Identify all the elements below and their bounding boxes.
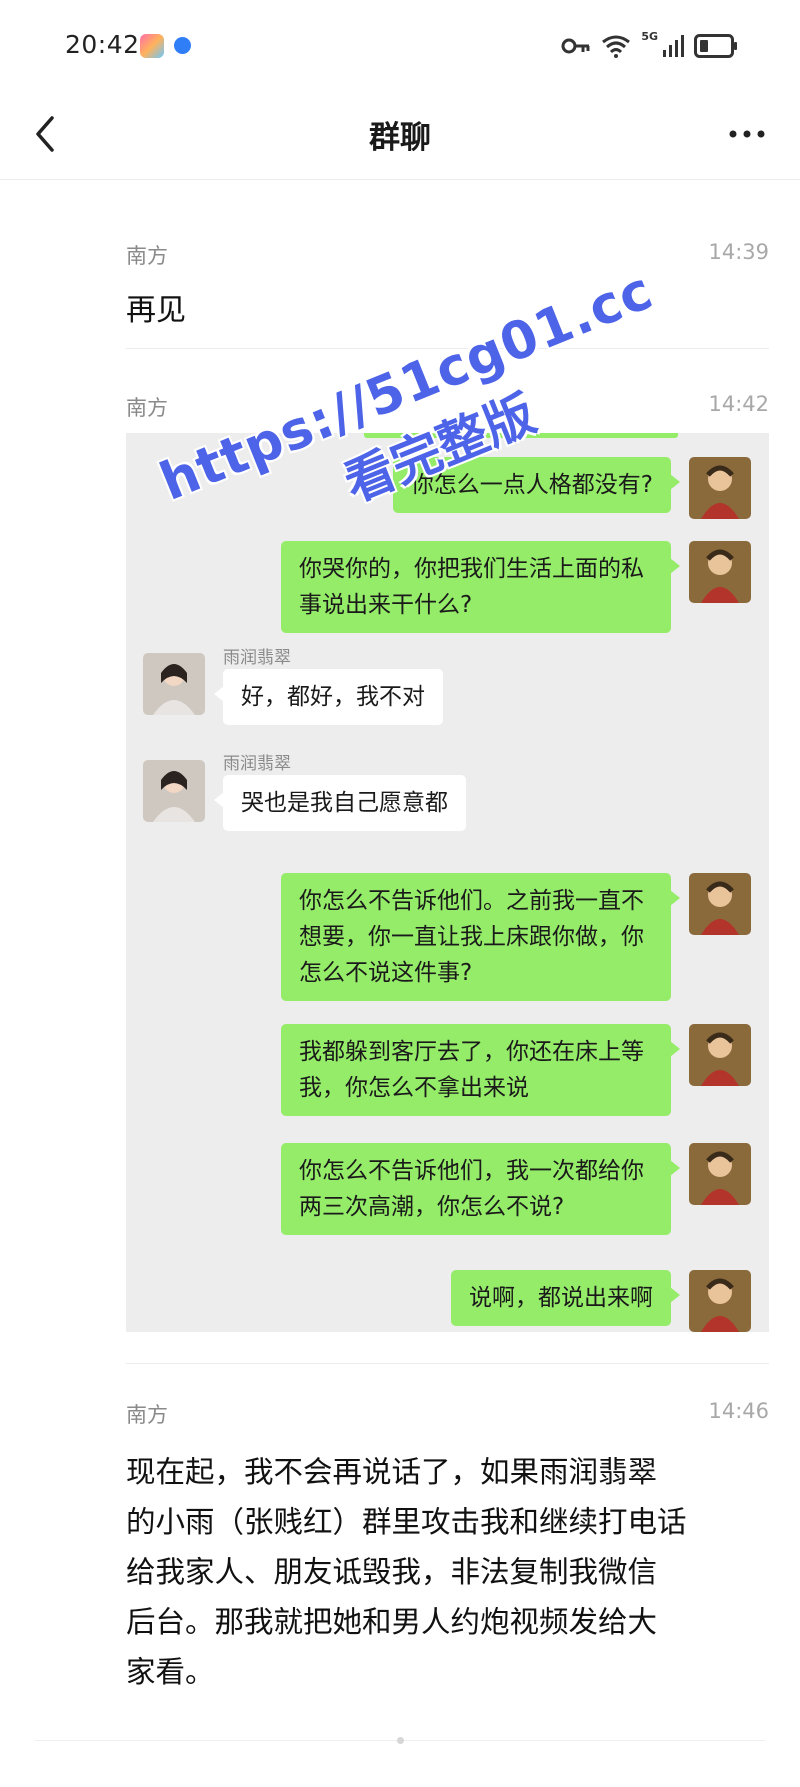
message-time: 14:39 [708, 240, 769, 264]
message-text: 再见 [126, 293, 186, 328]
status-time: 20:42 [65, 30, 140, 59]
app-store-icon [140, 34, 164, 58]
nav-bar: 群聊 [0, 90, 800, 180]
chat-bubble: 好，都好，我不对 [214, 669, 443, 725]
chat-bubble: 你怎么一点人格都没有? [392, 457, 681, 513]
avatar [689, 1024, 751, 1086]
battery-icon [694, 34, 737, 58]
chat-bubble: 哭也是我自己愿意都 [214, 775, 466, 831]
chat-bubble-text: 你怎么一点人格都没有? [410, 472, 653, 498]
message-time: 14:42 [708, 392, 769, 416]
chat-bubble: 你怎么不告诉他们。之前我一直不 想要，你一直让我上床跟你做，你 怎么不说这件事? [281, 873, 680, 1001]
chat-bubble-line: 我都躲到客厅去了，你还在床上等 [299, 1039, 644, 1065]
chat-bubble-line: 事说出来干什么? [299, 592, 473, 618]
wifi-icon [602, 35, 631, 58]
avatar [689, 541, 751, 603]
message-item[interactable]: 南方 14:42 你怎么一点人格都没有? 你哭你的，你把我们生活上面的私 事说出… [126, 392, 769, 1332]
chat-bubble-line: 你怎么不告诉他们。之前我一直不 [299, 888, 644, 914]
chat-bubble-line: 你怎么不告诉他们，我一次都给你 [299, 1158, 644, 1184]
chat-bubble-line: 想要，你一直让我上床跟你做，你 [299, 924, 644, 950]
cropped-bubble [364, 433, 678, 438]
message-divider [126, 1363, 769, 1364]
avatar [689, 1270, 751, 1332]
signal-icon [663, 35, 684, 57]
message-text: 现在起，我不会再说话了，如果雨润翡翠 的小雨（张贱红）群里攻击我和继续打电话 给… [126, 1447, 769, 1697]
message-item[interactable]: 南方 14:46 现在起，我不会再说话了，如果雨润翡翠 的小雨（张贱红）群里攻击… [126, 1399, 769, 1709]
message-item[interactable]: 南方 14:39 再见 [126, 240, 769, 328]
chat-sender-name: 雨润翡翠 [223, 648, 291, 668]
message-sender: 南方 [126, 1403, 168, 1427]
avatar [689, 873, 751, 935]
chat-bubble-line: 两三次高潮，你怎么不说? [299, 1194, 565, 1220]
bottom-dot [397, 1737, 404, 1744]
message-text-line: 后台。那我就把她和男人约炮视频发给大 [126, 1605, 658, 1639]
chat-bubble: 你哭你的，你把我们生活上面的私 事说出来干什么? [281, 541, 680, 633]
chat-bubble-line: 你哭你的，你把我们生活上面的私 [299, 556, 644, 582]
avatar [689, 457, 751, 519]
avatar [143, 653, 205, 715]
chat-bubble-text: 说啊，都说出来啊 [469, 1285, 653, 1311]
page-title: 群聊 [369, 120, 431, 156]
more-dots-icon[interactable] [727, 122, 767, 146]
avatar [689, 1143, 751, 1205]
avatar [143, 760, 205, 822]
message-text-line: 的小雨（张贱红）群里攻击我和继续打电话 [126, 1505, 687, 1539]
chat-bubble-text: 哭也是我自己愿意都 [241, 790, 448, 816]
message-text-line: 现在起，我不会再说话了，如果雨润翡翠 [126, 1455, 658, 1489]
status-icons: 5G [561, 30, 738, 62]
chat-bubble: 说啊，都说出来啊 [451, 1270, 680, 1326]
message-sender: 南方 [126, 244, 168, 268]
message-text-line: 家看。 [126, 1655, 215, 1689]
browser-icon [174, 37, 191, 54]
chat-sender-name: 雨润翡翠 [223, 754, 291, 774]
chat-bubble: 你怎么不告诉他们，我一次都给你 两三次高潮，你怎么不说? [281, 1143, 680, 1235]
network-label: 5G [641, 30, 658, 43]
chat-bubble-line: 我，你怎么不拿出来说 [299, 1075, 529, 1101]
key-icon [561, 38, 590, 54]
chat-bubble: 我都躲到客厅去了，你还在床上等 我，你怎么不拿出来说 [281, 1024, 680, 1116]
chat-bubble-line: 怎么不说这件事? [299, 960, 473, 986]
message-text-line: 给我家人、朋友诋毁我，非法复制我微信 [126, 1555, 658, 1589]
chat-screenshot-image[interactable]: 你怎么一点人格都没有? 你哭你的，你把我们生活上面的私 事说出来干什么? 雨润翡… [126, 433, 769, 1332]
message-divider [126, 348, 769, 349]
chat-bubble-text: 好，都好，我不对 [241, 684, 425, 710]
status-bar: 20:42 5G [0, 0, 800, 90]
message-time: 14:46 [708, 1399, 769, 1423]
message-sender: 南方 [126, 396, 168, 420]
